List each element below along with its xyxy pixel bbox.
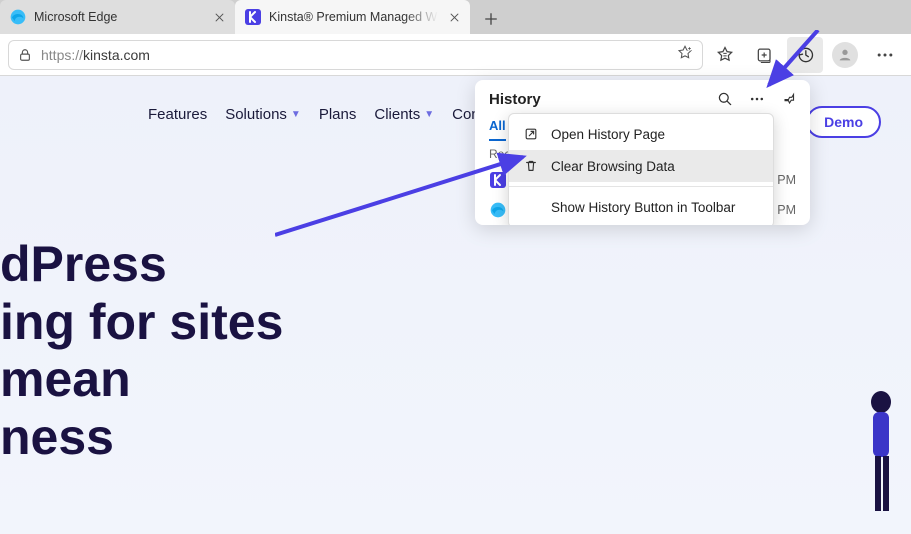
collections-button[interactable]	[747, 37, 783, 73]
chevron-down-icon: ▼	[291, 109, 301, 120]
tab-title: Kinsta® Premium Managed Wo	[269, 10, 438, 24]
search-icon[interactable]	[716, 90, 734, 108]
more-icon[interactable]	[748, 90, 766, 108]
toolbar: https://kinsta.com	[0, 34, 911, 76]
edge-icon	[489, 201, 507, 219]
demo-button[interactable]: Demo	[806, 106, 881, 138]
history-button[interactable]	[787, 37, 823, 73]
nav-label: Features	[148, 106, 207, 123]
tab-microsoft-edge[interactable]: Microsoft Edge	[0, 0, 235, 34]
nav-label: Plans	[319, 106, 357, 123]
address-bar[interactable]: https://kinsta.com	[8, 40, 703, 70]
edge-icon	[10, 9, 26, 25]
new-tab-button[interactable]	[476, 4, 506, 34]
favorites-button[interactable]	[707, 37, 743, 73]
star-plus-icon[interactable]	[676, 44, 694, 65]
menu-clear-browsing-data[interactable]: Clear Browsing Data	[509, 150, 773, 182]
menu-label: Clear Browsing Data	[551, 159, 675, 174]
nav-solutions[interactable]: Solutions ▼	[225, 106, 301, 123]
history-tab-all[interactable]: All	[489, 114, 506, 141]
chevron-down-icon: ▼	[424, 109, 434, 120]
close-icon[interactable]	[211, 9, 227, 25]
more-button[interactable]	[867, 37, 903, 73]
menu-separator	[509, 186, 773, 187]
hero-heading: dPress ing for sites mean ness	[0, 236, 283, 466]
nav-label: Solutions	[225, 106, 287, 123]
tab-kinsta[interactable]: Kinsta® Premium Managed Wo	[235, 0, 470, 34]
url-text: https://kinsta.com	[41, 47, 668, 63]
person-illustration	[851, 384, 911, 534]
kinsta-icon	[489, 171, 507, 189]
nav-features[interactable]: Features	[148, 106, 207, 123]
avatar-icon	[832, 42, 858, 68]
history-panel: History All Rec K 20 PM Microsoft Edge 1…	[475, 80, 810, 225]
tab-title: Microsoft Edge	[34, 10, 203, 24]
menu-label: Open History Page	[551, 127, 665, 142]
pin-icon[interactable]	[780, 90, 798, 108]
menu-label: Show History Button in Toolbar	[551, 200, 735, 215]
nav-clients[interactable]: Clients ▼	[374, 106, 434, 123]
history-more-menu: Open History Page Clear Browsing Data Sh…	[508, 113, 774, 225]
open-external-icon	[523, 126, 539, 142]
profile-button[interactable]	[827, 37, 863, 73]
nav-label: Clients	[374, 106, 420, 123]
history-title: History	[489, 91, 708, 108]
menu-open-history-page[interactable]: Open History Page	[509, 118, 773, 150]
history-header: History	[475, 80, 810, 114]
lock-icon	[17, 47, 33, 63]
menu-show-history-toolbar[interactable]: Show History Button in Toolbar	[509, 191, 773, 223]
tab-strip: Microsoft Edge Kinsta® Premium Managed W…	[0, 0, 911, 34]
close-icon[interactable]	[446, 9, 462, 25]
nav-plans[interactable]: Plans	[319, 106, 357, 123]
kinsta-icon	[245, 9, 261, 25]
trash-icon	[523, 158, 539, 174]
